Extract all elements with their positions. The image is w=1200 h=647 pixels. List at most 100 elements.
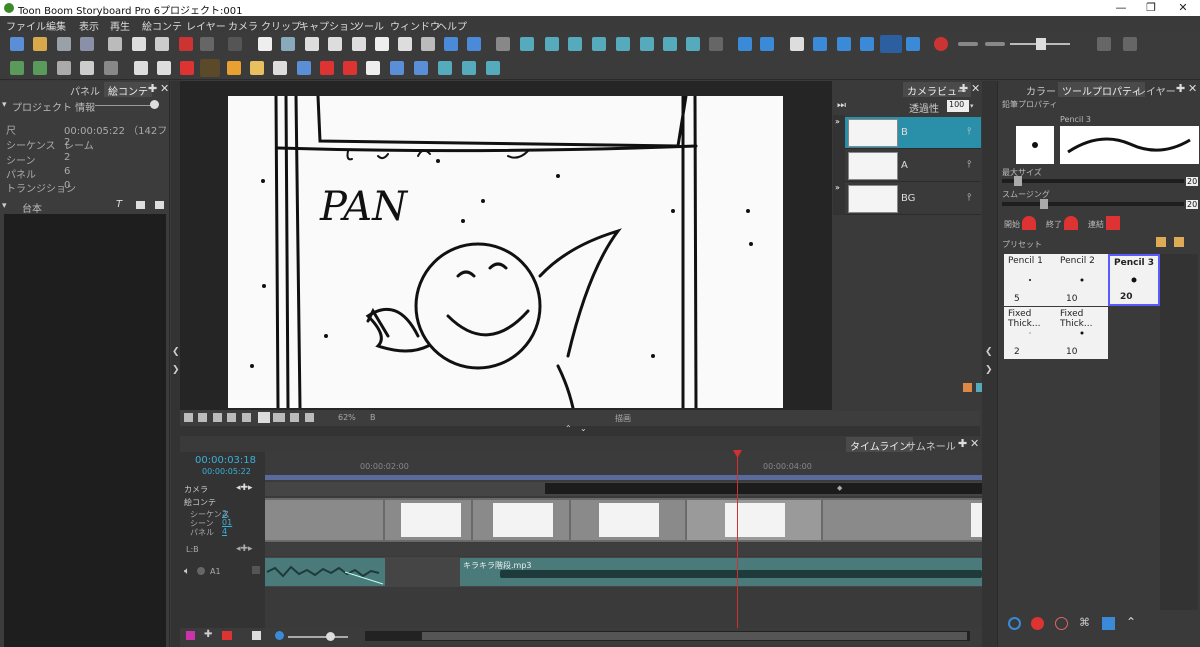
layer-move-icon[interactable] xyxy=(438,61,452,75)
collapse-right-icon[interactable]: ❮ xyxy=(985,347,993,357)
lb-track-nav[interactable]: ◂✚▸ xyxy=(236,544,253,554)
save-as-icon[interactable] xyxy=(80,37,94,51)
timeline-zoom-handle[interactable] xyxy=(326,632,335,641)
onion-skin-icon[interactable] xyxy=(934,37,948,51)
hand-icon[interactable] xyxy=(366,61,380,75)
trash-icon[interactable] xyxy=(57,61,71,75)
keyframe-icon[interactable]: ◆ xyxy=(837,484,842,492)
timeline-zoom-slider[interactable] xyxy=(288,636,348,638)
caret-up-icon[interactable]: ⌃ xyxy=(1126,615,1136,629)
camera-pin-icon[interactable]: ✚ xyxy=(959,82,968,95)
expand-right-icon[interactable]: ❯ xyxy=(985,365,993,375)
tab-storyboard[interactable]: 絵コンテ xyxy=(104,82,152,98)
layer-row-a[interactable]: A ⫯ xyxy=(845,150,981,182)
person-icon[interactable] xyxy=(1097,37,1111,51)
layer-bg-expand-icon[interactable]: » xyxy=(835,183,840,192)
onion-toggle-icon[interactable] xyxy=(290,413,299,422)
track-add-icon[interactable] xyxy=(186,631,195,640)
tools-icon[interactable] xyxy=(1123,37,1137,51)
layer-stack-icon[interactable] xyxy=(486,61,500,75)
tab-color[interactable]: カラー xyxy=(1022,82,1060,98)
audio-track[interactable]: キラキラ階段.mp3 xyxy=(265,557,982,587)
open-icon[interactable] xyxy=(33,37,47,51)
next-frame-icon[interactable] xyxy=(760,37,774,51)
script-collapse-icon[interactable]: ▾ xyxy=(2,201,7,211)
layer-transform-icon[interactable] xyxy=(414,61,428,75)
pencil-icon[interactable] xyxy=(200,59,220,77)
minimize-button[interactable]: — xyxy=(1108,1,1134,14)
script-text-area[interactable] xyxy=(4,214,166,647)
delete-icon[interactable] xyxy=(179,37,193,51)
sound-scrub-icon[interactable] xyxy=(906,37,920,51)
grid-toggle-icon[interactable] xyxy=(184,413,193,422)
camera-reset-icon[interactable] xyxy=(616,37,630,51)
timeline-zoom-icon[interactable] xyxy=(275,631,284,640)
dropper-icon[interactable] xyxy=(343,61,357,75)
aspect-icon[interactable] xyxy=(227,413,236,422)
panel-pin-icon[interactable]: ✚ xyxy=(148,82,157,95)
timeline-close-icon[interactable]: ✕ xyxy=(970,437,979,450)
keyboard-icon[interactable] xyxy=(398,37,412,51)
preset-scrollbar[interactable] xyxy=(1160,254,1198,610)
auto-fill-icon[interactable] xyxy=(1031,617,1044,630)
play-range-icon[interactable] xyxy=(813,37,827,51)
props-pin-icon[interactable]: ✚ xyxy=(1176,82,1185,95)
sound-icon[interactable] xyxy=(880,35,902,53)
opacity-input[interactable]: 100 xyxy=(947,100,969,112)
max-size-slider[interactable] xyxy=(1002,179,1184,183)
playhead-line[interactable] xyxy=(737,452,738,628)
close-button[interactable]: ✕ xyxy=(1170,1,1196,14)
stamp-icon[interactable] xyxy=(227,61,241,75)
smoothing-slider-handle[interactable] xyxy=(1040,199,1048,209)
layer-row-b[interactable]: B ⫯ xyxy=(845,117,981,149)
left-splitter[interactable]: ❮ ❯ xyxy=(171,81,180,647)
join-icon[interactable] xyxy=(1106,216,1120,230)
camera-rotate-icon[interactable] xyxy=(568,37,582,51)
collapse-up-icon[interactable]: ⌃ xyxy=(565,424,572,433)
split-panel-icon[interactable] xyxy=(281,37,295,51)
transition-icon[interactable] xyxy=(104,61,118,75)
camera-close-icon[interactable]: ✕ xyxy=(971,82,980,95)
flatten-icon[interactable] xyxy=(1055,617,1068,630)
sequence-value[interactable]: 2 xyxy=(222,509,227,518)
fit-icon[interactable] xyxy=(421,37,435,51)
panel-clip-2[interactable] xyxy=(385,500,471,540)
layer-group-icon[interactable] xyxy=(462,61,476,75)
preset-menu-icon[interactable] xyxy=(1174,237,1184,247)
grid-icon[interactable] xyxy=(305,37,319,51)
camera-move-icon[interactable] xyxy=(545,37,559,51)
menu-view[interactable]: 表示 xyxy=(79,18,99,33)
camera-track[interactable]: ◆ xyxy=(265,482,982,496)
collapse-down-icon[interactable]: ⌄ xyxy=(580,424,587,433)
smoothing-value[interactable]: 20 xyxy=(1186,200,1199,209)
timeline-scrollbar-thumb[interactable] xyxy=(422,632,967,640)
camera-icon[interactable] xyxy=(520,37,534,51)
menu-tool[interactable]: ツール xyxy=(354,18,384,33)
tab-panel[interactable]: パネル xyxy=(66,82,104,98)
cap-start-icon[interactable] xyxy=(1022,216,1036,230)
add-panel-icon[interactable] xyxy=(10,61,24,75)
timeline-settings-icon[interactable] xyxy=(252,631,261,640)
timeline-scrollbar[interactable] xyxy=(365,631,970,641)
select-icon[interactable] xyxy=(134,61,148,75)
maximize-button[interactable]: ❐ xyxy=(1138,1,1164,14)
panel-close-icon[interactable]: ✕ xyxy=(160,82,169,95)
safe-area-icon[interactable] xyxy=(198,413,207,422)
max-size-value[interactable]: 20 xyxy=(1186,177,1199,186)
menu-storyboard[interactable]: 絵コンテ xyxy=(142,18,182,33)
preset-pencil-2[interactable]: Pencil 2 10 xyxy=(1056,254,1108,306)
menu-clip[interactable]: クリップ xyxy=(261,18,301,33)
thumbnail-icon[interactable] xyxy=(352,37,366,51)
frame-icon[interactable] xyxy=(375,37,389,51)
add-layer-icon[interactable] xyxy=(963,383,972,392)
volume-slider-handle[interactable] xyxy=(1036,38,1046,50)
add-track-icon[interactable]: ✚ xyxy=(204,629,212,640)
audio-clip-1[interactable] xyxy=(265,558,385,586)
collapse-icon[interactable]: ▾ xyxy=(2,100,7,110)
menu-layer[interactable]: レイヤー xyxy=(186,18,226,33)
add-panel-after-icon[interactable] xyxy=(33,61,47,75)
camera-delete-icon[interactable] xyxy=(709,37,723,51)
eraser-icon[interactable] xyxy=(250,61,264,75)
panel-clip-6[interactable] xyxy=(823,500,982,540)
duplicate-icon[interactable] xyxy=(80,61,94,75)
